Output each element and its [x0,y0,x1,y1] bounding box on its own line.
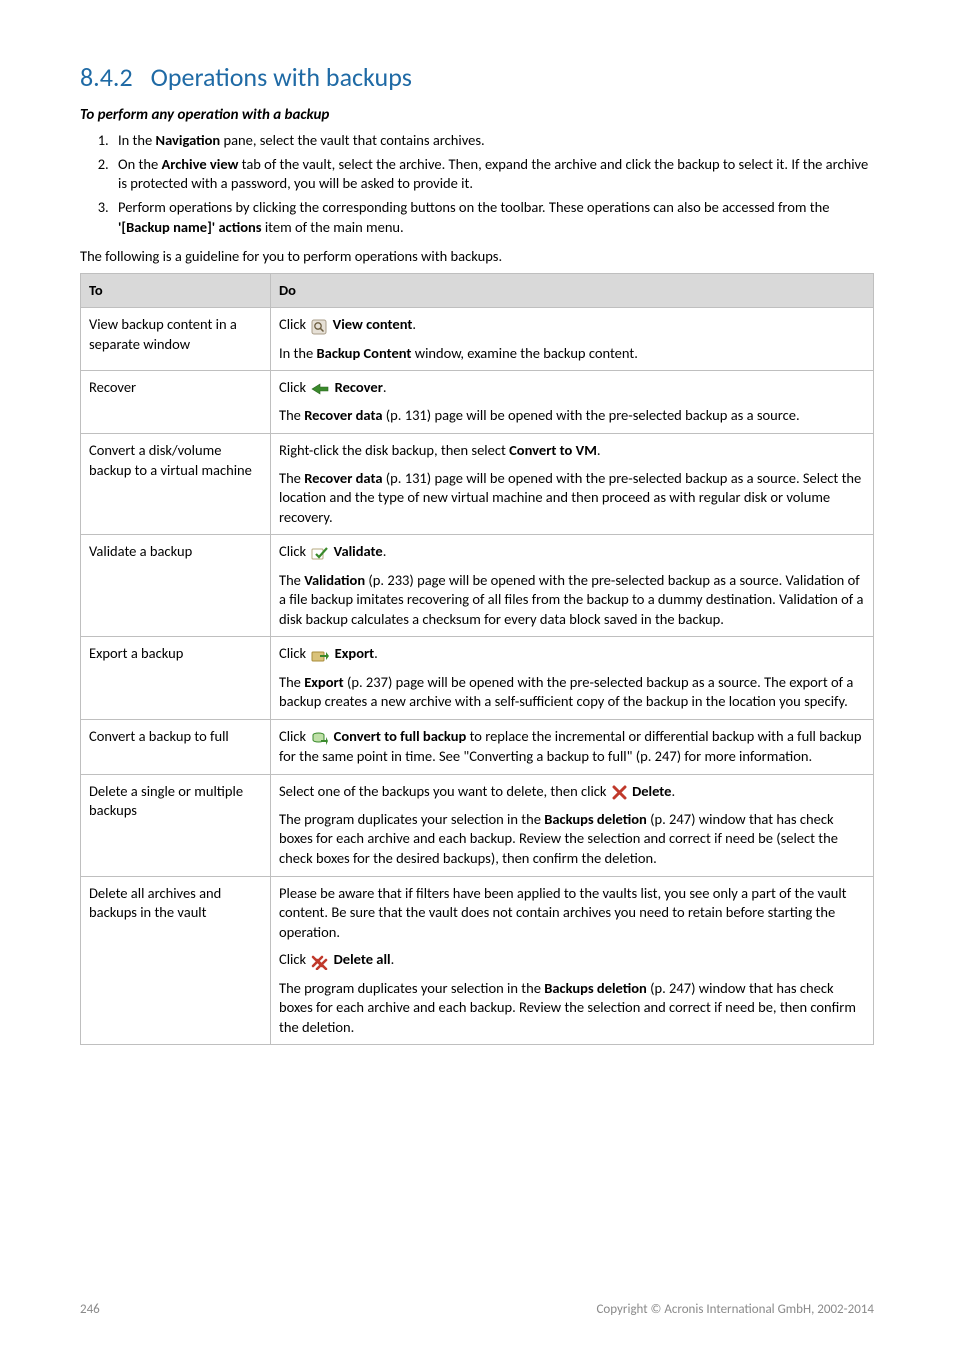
do-cell: Click Validate. The Validation (p. 233) … [271,535,874,637]
to-cell: View backup content in a separate window [81,308,271,371]
section-number: 8.4.2 [80,61,133,93]
export-box-icon [311,645,329,665]
to-cell: Delete a single or multiple backups [81,774,271,876]
table-row: Export a backup Click Export. The Export… [81,637,874,719]
section-heading: 8.4.2 Operations with backups [80,60,874,95]
step-item: In the Navigation pane, select the vault… [112,131,874,151]
step-list: In the Navigation pane, select the vault… [80,131,874,237]
do-cell: Click Recover. The Recover data (p. 131)… [271,371,874,434]
copyright-text: Copyright © Acronis International GmbH, … [596,1301,874,1319]
table-row: Convert a backup to full Click Convert t… [81,719,874,774]
delete-x-icon [612,782,627,802]
do-cell: Click View content. In the Backup Conten… [271,308,874,371]
th-do: Do [271,273,874,308]
table-row: Convert a disk/volume backup to a virtua… [81,434,874,535]
to-cell: Delete all archives and backups in the v… [81,876,271,1045]
table-row: Validate a backup Click Validate. The Va… [81,535,874,637]
intro-text: The following is a guideline for you to … [80,247,874,267]
table-row: View backup content in a separate window… [81,308,874,371]
to-cell: Recover [81,371,271,434]
delete-all-icon [311,951,328,971]
do-cell: Right-click the disk backup, then select… [271,434,874,535]
page-number: 246 [80,1301,100,1319]
table-row: Delete a single or multiple backups Sele… [81,774,874,876]
do-cell: Click Convert to full backup to replace … [271,719,874,774]
table-row: Recover Click Recover. The Recover data … [81,371,874,434]
do-cell: Please be aware that if filters have bee… [271,876,874,1045]
validate-check-icon [311,543,328,563]
th-to: To [81,273,271,308]
to-cell: Convert a disk/volume backup to a virtua… [81,434,271,535]
operations-table: To Do View backup content in a separate … [80,273,874,1046]
convert-full-icon [311,727,328,747]
section-title: Operations with backups [151,61,412,93]
do-cell: Select one of the backups you want to de… [271,774,874,876]
step-item: Perform operations by clicking the corre… [112,198,874,237]
to-cell: Validate a backup [81,535,271,637]
recover-arrow-icon [311,379,329,399]
subhead: To perform any operation with a backup [80,105,874,125]
step-item: On the Archive view tab of the vault, se… [112,155,874,194]
magnifier-icon [311,316,327,336]
to-cell: Convert a backup to full [81,719,271,774]
page-footer: 246 Copyright © Acronis International Gm… [80,1301,874,1319]
to-cell: Export a backup [81,637,271,719]
do-cell: Click Export. The Export (p. 237) page w… [271,637,874,719]
table-row: Delete all archives and backups in the v… [81,876,874,1045]
